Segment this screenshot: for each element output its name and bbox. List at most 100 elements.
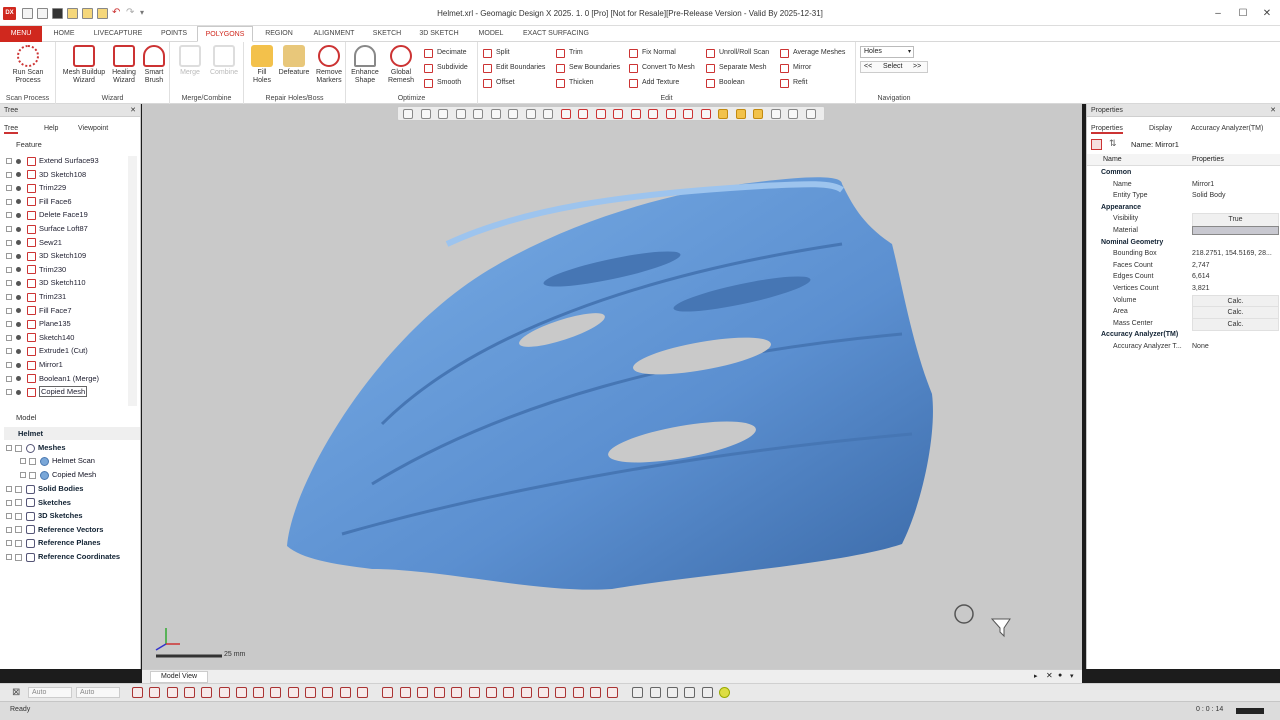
toolbar-tool-icon[interactable] bbox=[339, 687, 351, 698]
property-value[interactable]: None bbox=[1192, 341, 1279, 353]
camera-icon[interactable] bbox=[753, 109, 763, 119]
feature-item[interactable]: Extend Surface93 bbox=[6, 154, 99, 167]
defeature-button[interactable]: Defeature bbox=[276, 45, 312, 77]
toolbar-tool-icon[interactable] bbox=[322, 687, 334, 698]
select-paint-icon[interactable] bbox=[613, 109, 623, 119]
expand-icon[interactable] bbox=[6, 554, 12, 561]
visibility-dot-icon[interactable] bbox=[16, 376, 21, 382]
expand-icon[interactable] bbox=[6, 526, 12, 533]
select-lasso-icon[interactable] bbox=[560, 109, 571, 119]
decimate-button[interactable]: Decimate bbox=[424, 47, 467, 59]
select-poly-icon[interactable] bbox=[648, 109, 658, 119]
redo-icon[interactable]: ↷ bbox=[126, 7, 134, 18]
toolbar-tool-icon[interactable] bbox=[718, 687, 730, 698]
select-rect-icon[interactable] bbox=[543, 109, 553, 119]
toolbar-tool-icon[interactable] bbox=[503, 687, 515, 698]
tab-3d-sketch[interactable]: 3D SKETCH bbox=[410, 26, 468, 42]
render-wire-icon[interactable] bbox=[473, 109, 483, 119]
visibility-checkbox[interactable] bbox=[15, 526, 22, 534]
visibility-dot-icon[interactable] bbox=[16, 185, 21, 191]
toolbar-tool-icon[interactable] bbox=[253, 687, 265, 698]
view-cube-icon[interactable] bbox=[420, 109, 431, 119]
toolbar-tool-icon[interactable] bbox=[555, 687, 567, 698]
visibility-dot-icon[interactable] bbox=[16, 308, 21, 314]
toolbar-tool-icon[interactable] bbox=[132, 687, 143, 698]
section-icon[interactable] bbox=[490, 109, 501, 119]
feature-item[interactable]: Sew21 bbox=[6, 236, 62, 249]
maximize-icon[interactable]: ☐ bbox=[1230, 7, 1256, 20]
expand-icon[interactable] bbox=[6, 226, 12, 233]
tab-home[interactable]: HOME bbox=[44, 26, 84, 42]
expand-icon[interactable] bbox=[6, 375, 12, 382]
convert-to-mesh-button[interactable]: Convert To Mesh bbox=[629, 62, 695, 74]
toolbar-tool-icon[interactable] bbox=[356, 687, 368, 698]
rotation-center-icon[interactable] bbox=[954, 604, 974, 624]
visibility-checkbox[interactable] bbox=[29, 457, 36, 465]
close-tab-icon[interactable]: ✕ bbox=[1046, 671, 1053, 680]
visibility-dot-icon[interactable] bbox=[16, 212, 21, 218]
tab-points[interactable]: POINTS bbox=[152, 26, 196, 42]
expand-icon[interactable] bbox=[20, 472, 26, 479]
toolbar-tool-icon[interactable] bbox=[270, 687, 282, 698]
add-texture-button[interactable]: Add Texture bbox=[629, 77, 679, 89]
toolbar-tool-icon[interactable] bbox=[468, 687, 480, 698]
model-group-item[interactable]: 3D Sketches bbox=[6, 509, 83, 522]
tab-model[interactable]: MODEL bbox=[470, 26, 512, 42]
merge-button[interactable]: Merge bbox=[174, 45, 206, 77]
visibility-checkbox[interactable] bbox=[29, 471, 36, 479]
view-front-icon[interactable] bbox=[438, 109, 448, 119]
expand-icon[interactable] bbox=[6, 198, 12, 205]
visibility-dot-icon[interactable] bbox=[16, 280, 21, 286]
property-value[interactable]: 3,821 bbox=[1192, 283, 1279, 295]
feature-item[interactable]: Trim230 bbox=[6, 263, 66, 276]
tab-model-view[interactable]: Model View bbox=[150, 671, 209, 683]
toolbar-tool-icon[interactable] bbox=[607, 687, 619, 698]
toolbar-tool-icon[interactable] bbox=[649, 687, 661, 698]
visibility-checkbox[interactable] bbox=[15, 512, 22, 520]
combine-button[interactable]: Combine bbox=[206, 45, 242, 77]
model-group-item[interactable]: Solid Bodies bbox=[6, 482, 83, 495]
visibility-dot-icon[interactable] bbox=[16, 335, 21, 341]
close-icon[interactable]: ✕ bbox=[1254, 7, 1280, 20]
toolbar-tool-icon[interactable] bbox=[520, 687, 532, 698]
toolbar-tool-icon[interactable] bbox=[399, 687, 411, 698]
mirror-button[interactable]: Mirror bbox=[780, 62, 811, 74]
toolbar-tool-icon[interactable] bbox=[183, 687, 195, 698]
display-icon[interactable] bbox=[788, 109, 798, 119]
fix-normal-button[interactable]: Fix Normal bbox=[629, 47, 676, 59]
minimize-icon[interactable]: – bbox=[1205, 7, 1231, 20]
property-value[interactable]: Solid Body bbox=[1192, 190, 1279, 202]
tab-scroll-right-icon[interactable]: ▸ bbox=[1034, 672, 1038, 680]
expand-icon[interactable] bbox=[20, 458, 26, 465]
tab-display[interactable]: Display bbox=[1149, 123, 1172, 135]
tab-region[interactable]: REGION bbox=[256, 26, 302, 42]
visibility-checkbox[interactable] bbox=[15, 499, 22, 507]
select-fill-icon[interactable] bbox=[683, 109, 693, 119]
feature-item[interactable]: Plane135 bbox=[6, 317, 71, 330]
close-panel-icon[interactable]: ✕ bbox=[1270, 104, 1276, 117]
tab-menu[interactable]: MENU bbox=[0, 26, 42, 42]
mesh-item-helmet-scan[interactable]: Helmet Scan bbox=[20, 454, 95, 467]
expand-icon[interactable] bbox=[6, 321, 12, 328]
smart-brush-button[interactable]: Smart Brush bbox=[140, 45, 168, 85]
grid-icon[interactable] bbox=[735, 109, 746, 119]
light-icon[interactable] bbox=[700, 109, 711, 119]
visibility-checkbox[interactable] bbox=[15, 553, 22, 561]
tab-polygons[interactable]: POLYGONS bbox=[197, 26, 253, 42]
trim-button[interactable]: Trim bbox=[556, 47, 583, 59]
tab-accuracy-analyzer[interactable]: Accuracy Analyzer(TM) bbox=[1191, 123, 1263, 135]
tab-tree[interactable]: Tree bbox=[4, 123, 19, 135]
offset-button[interactable]: Offset bbox=[483, 77, 515, 89]
clip-icon[interactable] bbox=[508, 109, 518, 119]
collapse-icon[interactable] bbox=[6, 445, 12, 452]
visibility-dot-icon[interactable] bbox=[16, 294, 21, 300]
helmet-model[interactable] bbox=[142, 104, 1082, 669]
toolbar-tool-icon[interactable] bbox=[201, 687, 213, 698]
toolbar-tool-icon[interactable] bbox=[235, 687, 247, 698]
expand-icon[interactable] bbox=[6, 334, 12, 341]
expand-icon[interactable] bbox=[6, 253, 12, 260]
subdivide-button[interactable]: Subdivide bbox=[424, 62, 468, 74]
thicken-button[interactable]: Thicken bbox=[556, 77, 594, 89]
split-button[interactable]: Split bbox=[483, 47, 510, 59]
visibility-dot-icon[interactable] bbox=[16, 253, 21, 259]
